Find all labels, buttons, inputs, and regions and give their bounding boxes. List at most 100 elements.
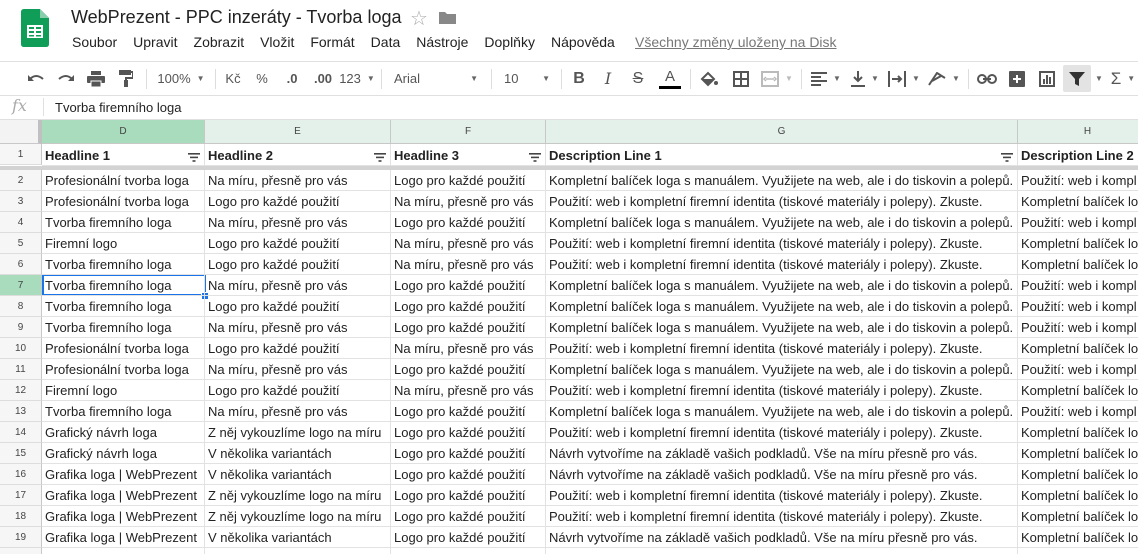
row-header[interactable]: 1 — [0, 144, 42, 165]
header-cell-col-f[interactable]: Headline 3 — [391, 144, 546, 166]
menu-format[interactable]: Formát — [302, 34, 362, 52]
cell-col-f[interactable]: Logo pro každé použití — [391, 401, 546, 422]
row-header[interactable]: 7 — [0, 275, 42, 296]
cell-col-e[interactable]: Logo pro každé použití — [205, 338, 391, 359]
cell-col-g[interactable]: Použití: web i kompletní firemní identit… — [546, 506, 1018, 527]
cell-col-d[interactable]: Grafický návrh loga — [42, 443, 205, 464]
cell-col-d[interactable]: Profesionální tvorba loga — [42, 170, 205, 191]
cell-col-d[interactable]: Grafika loga | WebPrezent — [42, 506, 205, 527]
cell-col-h[interactable]: Kompletní balíček lo — [1018, 443, 1138, 464]
menu-insert[interactable]: Vložit — [252, 34, 302, 52]
currency-format-button[interactable]: Kč — [222, 62, 244, 95]
increase-decimals-button[interactable]: .00 — [309, 62, 337, 95]
cell-col-g[interactable]: Návrh vytvoříme na základě vašich podkla… — [546, 464, 1018, 485]
menu-help[interactable]: Nápověda — [543, 34, 623, 52]
cell-col-g[interactable]: Použití: web i kompletní firemní identit… — [546, 422, 1018, 443]
cell-col-g[interactable]: Kompletní balíček loga s manuálem. Využi… — [546, 359, 1018, 380]
cell-col-h[interactable]: Použití: web i kompl — [1018, 359, 1138, 380]
cell-col-h[interactable]: Kompletní balíček lo — [1018, 191, 1138, 212]
cell-col-h[interactable]: Použití: web i kompl — [1018, 275, 1138, 296]
cell-col-d[interactable]: Grafika loga | WebPrezent — [42, 485, 205, 506]
header-cell-col-g[interactable]: Description Line 1 — [546, 144, 1018, 166]
cell-col-g[interactable]: Návrh vytvoříme na základě vašich podkla… — [546, 443, 1018, 464]
cell-col-e[interactable]: V několika variantách — [205, 527, 391, 548]
cell-col-h[interactable]: Kompletní balíček lo — [1018, 380, 1138, 401]
folder-icon[interactable] — [439, 11, 456, 24]
cell-col-f[interactable]: Logo pro každé použití — [391, 527, 546, 548]
cell-col-h[interactable]: Kompletní balíček lo — [1018, 485, 1138, 506]
zoom-select[interactable]: 100% ▼ — [153, 62, 209, 95]
column-header-g[interactable]: G — [546, 120, 1018, 144]
menu-view[interactable]: Zobrazit — [186, 34, 253, 52]
cell-col-g[interactable]: Kompletní balíček loga s manuálem. Využi… — [546, 296, 1018, 317]
cell-col-d[interactable]: Firemní logo — [42, 380, 205, 401]
cell-col-e[interactable]: Na míru, přesně pro vás — [205, 317, 391, 338]
cell-col-h[interactable]: Použití: web i kompl — [1018, 170, 1138, 191]
cell-col-h[interactable]: Kompletní balíček lo — [1018, 254, 1138, 275]
print-icon[interactable] — [84, 62, 108, 95]
cell-col-g[interactable]: Kompletní balíček loga s manuálem. Využi… — [546, 212, 1018, 233]
cell-col-e[interactable]: Z něj vykouzlíme logo na míru — [205, 422, 391, 443]
column-filter-icon[interactable] — [374, 150, 386, 165]
filter-toggle-icon[interactable] — [1063, 65, 1091, 92]
cell-col-g[interactable]: Návrh vytvoříme na základě vašich podkla… — [546, 527, 1018, 548]
cell-col-h[interactable]: Kompletní balíček lo — [1018, 233, 1138, 254]
cell-col-h[interactable]: Kompletní balíček lo — [1018, 338, 1138, 359]
insert-chart-icon[interactable] — [1035, 62, 1059, 95]
cell-col-e[interactable]: Z něj vykouzlíme logo na míru — [205, 485, 391, 506]
cell-col-e[interactable]: Na míru, přesně pro vás — [205, 401, 391, 422]
strikethrough-button[interactable]: S — [627, 62, 649, 95]
cell-col-d[interactable]: Tvorba firemního loga — [42, 296, 205, 317]
save-status-link[interactable]: Všechny změny uloženy na Disk — [635, 34, 837, 50]
cell-col-d[interactable]: Tvorba firemního loga — [42, 254, 205, 275]
cell-col-g[interactable]: Kompletní balíček loga s manuálem. Využi… — [546, 317, 1018, 338]
row-header[interactable]: 12 — [0, 380, 42, 401]
cell-col-f[interactable]: Logo pro každé použití — [391, 212, 546, 233]
cell-col-h[interactable]: Kompletní balíček lo — [1018, 506, 1138, 527]
cell-col-e[interactable]: Na míru, přesně pro vás — [205, 359, 391, 380]
column-header-d[interactable]: D — [42, 120, 205, 144]
select-all-corner[interactable] — [0, 120, 42, 144]
text-rotation-icon[interactable]: ▼ — [926, 62, 962, 95]
row-header[interactable]: 18 — [0, 506, 42, 527]
merge-cells-icon[interactable]: ▼ — [760, 62, 794, 95]
cell-col-d[interactable]: Tvorba firemního loga — [42, 212, 205, 233]
row-header[interactable]: 17 — [0, 485, 42, 506]
menu-file[interactable]: Soubor — [64, 34, 125, 52]
sheets-logo-icon[interactable] — [21, 9, 49, 47]
star-icon[interactable]: ☆ — [410, 6, 428, 31]
cell-col-g[interactable]: Kompletní balíček loga s manuálem. Využi… — [546, 401, 1018, 422]
undo-icon[interactable] — [24, 62, 48, 95]
cell-col-g[interactable]: Kompletní balíček loga s manuálem. Využi… — [546, 275, 1018, 296]
cell-col-e[interactable]: Logo pro každé použití — [205, 296, 391, 317]
cell-col-h[interactable]: Kompletní balíček lo — [1018, 422, 1138, 443]
row-header[interactable]: 5 — [0, 233, 42, 254]
cell-col-f[interactable] — [391, 548, 546, 554]
column-header-f[interactable]: F — [391, 120, 546, 144]
cell-col-d[interactable]: Grafický návrh loga — [42, 422, 205, 443]
cell-col-g[interactable]: Použití: web i kompletní firemní identit… — [546, 485, 1018, 506]
insert-link-icon[interactable] — [975, 62, 999, 95]
cell-col-g[interactable]: Použití: web i kompletní firemní identit… — [546, 338, 1018, 359]
cell-col-e[interactable]: Logo pro každé použití — [205, 191, 391, 212]
vertical-align-icon[interactable]: ▼ — [848, 62, 882, 95]
row-header[interactable]: 13 — [0, 401, 42, 422]
cell-col-g[interactable] — [546, 548, 1018, 554]
cell-col-e[interactable]: Logo pro každé použití — [205, 380, 391, 401]
decrease-decimals-button[interactable]: .0 — [280, 62, 304, 95]
cell-col-h[interactable]: Použití: web i kompl — [1018, 212, 1138, 233]
cell-col-g[interactable]: Použití: web i kompletní firemní identit… — [546, 191, 1018, 212]
horizontal-align-icon[interactable]: ▼ — [808, 62, 844, 95]
row-header[interactable]: 6 — [0, 254, 42, 275]
row-header[interactable]: 9 — [0, 317, 42, 338]
cell-col-g[interactable]: Použití: web i kompletní firemní identit… — [546, 233, 1018, 254]
cell-col-f[interactable]: Logo pro každé použití — [391, 464, 546, 485]
column-header-e[interactable]: E — [205, 120, 391, 144]
cell-col-d[interactable]: Profesionální tvorba loga — [42, 338, 205, 359]
row-header[interactable]: 19 — [0, 527, 42, 548]
cell-col-f[interactable]: Logo pro každé použití — [391, 275, 546, 296]
bold-button[interactable]: B — [568, 62, 590, 95]
filter-views-chevron-down-icon[interactable]: ▼ — [1092, 62, 1106, 95]
redo-icon[interactable] — [54, 62, 78, 95]
cell-col-f[interactable]: Na míru, přesně pro vás — [391, 254, 546, 275]
